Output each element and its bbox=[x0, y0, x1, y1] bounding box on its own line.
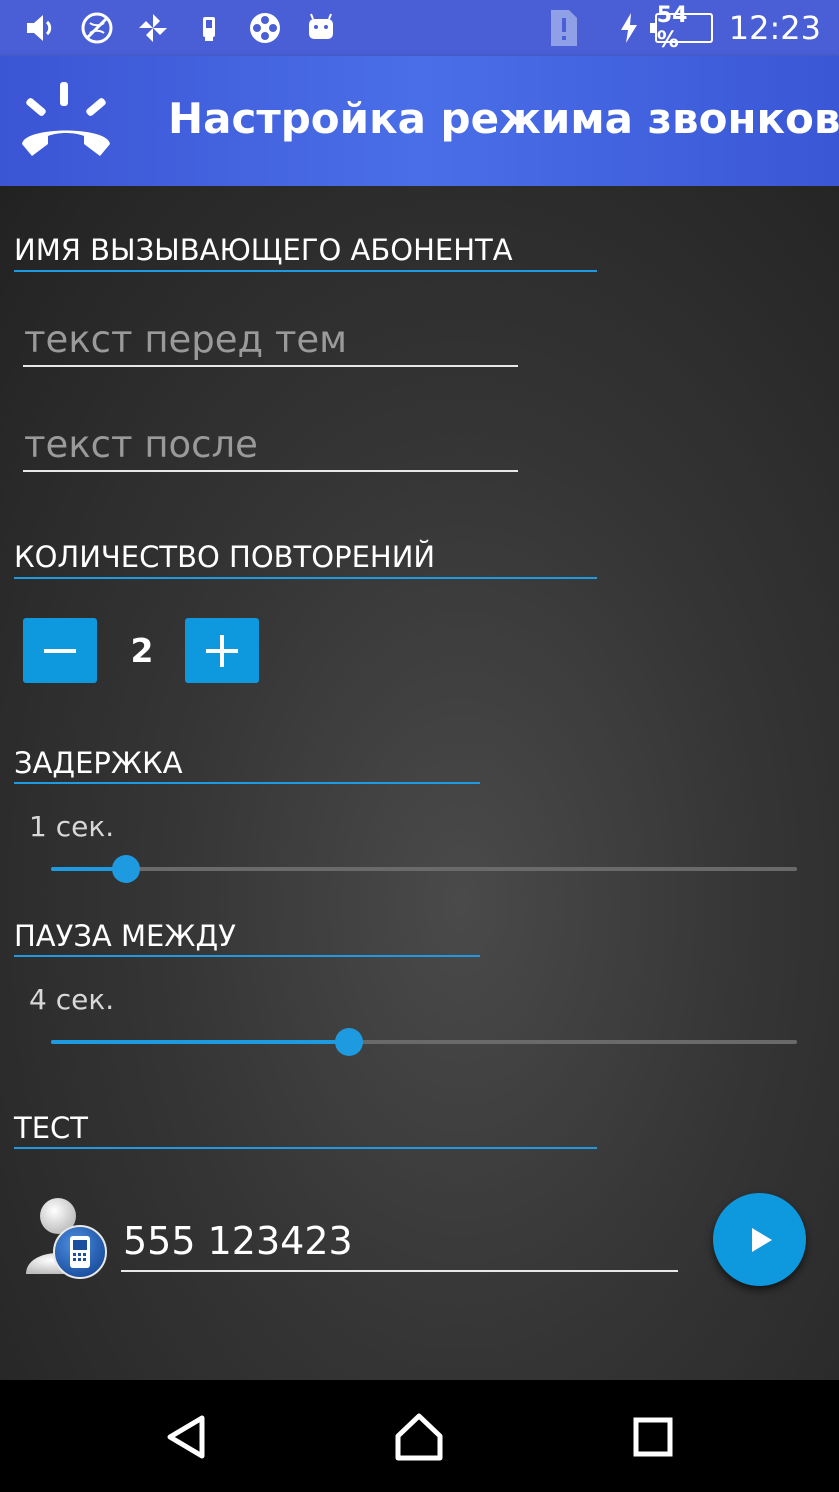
battery-indicator: 54 % bbox=[649, 3, 713, 53]
android-icon bbox=[304, 11, 338, 45]
no-network-icon bbox=[80, 11, 114, 45]
delay-slider-thumb[interactable] bbox=[111, 855, 140, 883]
decrement-button[interactable] bbox=[23, 618, 97, 683]
alert-sim-icon bbox=[547, 10, 581, 46]
pause-value: 4 сек. bbox=[29, 983, 115, 1016]
pause-slider[interactable] bbox=[51, 1028, 797, 1056]
section-title-repeat-count: КОЛИЧЕСТВО ПОВТОРЕНИЙ bbox=[14, 540, 436, 574]
app-bar: Настройка режима звонков bbox=[0, 56, 839, 186]
pause-slider-fill bbox=[51, 1040, 350, 1044]
section-divider bbox=[14, 1147, 597, 1149]
minus-icon bbox=[44, 648, 76, 653]
page-title: Настройка режима звонков bbox=[168, 94, 839, 143]
navigation-bar bbox=[0, 1380, 839, 1492]
text-before-input[interactable] bbox=[23, 313, 518, 367]
phone-ringing-icon bbox=[22, 82, 110, 156]
pinwheel-icon bbox=[136, 11, 170, 45]
play-test-button[interactable] bbox=[713, 1193, 806, 1286]
home-button[interactable] bbox=[394, 1412, 444, 1462]
contact-picker-icon[interactable] bbox=[22, 1194, 108, 1280]
delay-slider[interactable] bbox=[51, 855, 797, 883]
clock: 12:23 bbox=[728, 9, 821, 47]
play-icon bbox=[751, 1227, 772, 1252]
section-divider bbox=[14, 270, 597, 272]
section-divider bbox=[14, 955, 480, 957]
pause-slider-thumb[interactable] bbox=[335, 1028, 364, 1056]
section-divider bbox=[14, 577, 597, 579]
back-triangle-icon bbox=[167, 1415, 205, 1459]
repeat-count-value: 2 bbox=[130, 631, 154, 670]
settings-panel: ИМЯ ВЫЗЫВАЮЩЕГО АБОНЕНТА КОЛИЧЕСТВО ПОВТ… bbox=[0, 186, 839, 1380]
test-phone-input[interactable] bbox=[121, 1212, 678, 1272]
recents-button[interactable] bbox=[628, 1412, 678, 1462]
section-title-pause: ПАУЗА МЕЖДУ bbox=[14, 919, 236, 953]
status-bar: 54 % 12:23 bbox=[0, 0, 839, 56]
section-title-delay: ЗАДЕРЖКА bbox=[14, 746, 183, 780]
charging-icon bbox=[619, 11, 639, 45]
recents-square-icon bbox=[633, 1417, 673, 1457]
device-icon bbox=[192, 11, 226, 45]
increment-button[interactable] bbox=[185, 618, 259, 683]
plus-icon bbox=[206, 634, 238, 667]
text-after-input[interactable] bbox=[23, 418, 518, 472]
back-button[interactable] bbox=[162, 1412, 212, 1462]
section-divider bbox=[14, 782, 480, 784]
section-title-test: ТЕСТ bbox=[14, 1111, 89, 1145]
delay-value: 1 сек. bbox=[29, 810, 115, 843]
section-title-caller-name: ИМЯ ВЫЗЫВАЮЩЕГО АБОНЕНТА bbox=[14, 233, 513, 267]
volume-icon bbox=[24, 11, 58, 45]
film-reel-icon bbox=[248, 11, 282, 45]
home-icon bbox=[395, 1413, 443, 1461]
